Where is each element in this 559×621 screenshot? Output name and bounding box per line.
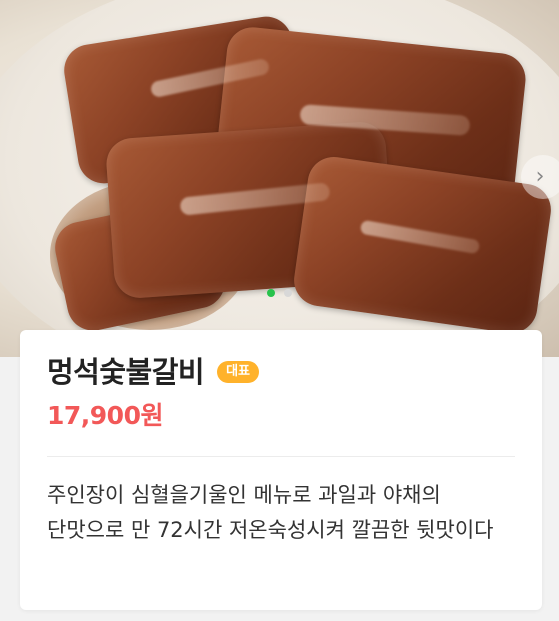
- divider: [47, 456, 515, 457]
- signature-badge: 대표: [217, 361, 260, 383]
- carousel-next-button[interactable]: ›: [521, 155, 559, 199]
- menu-photo-carousel[interactable]: ›: [0, 0, 559, 357]
- carousel-dot[interactable]: [284, 289, 292, 297]
- menu-name: 멍석숯불갈비: [47, 355, 205, 389]
- menu-description: 주인장이 심혈을기울인 메뉴로 과일과 야채의 단맛으로 만 72시간 저온숙성…: [47, 483, 494, 542]
- title-row: 멍석숯불갈비 대표: [47, 354, 260, 390]
- chevron-right-icon: ›: [535, 164, 545, 189]
- menu-info-card: 멍석숯불갈비 대표 17,900원 주인장이 심혈을기울인 메뉴로 과일과 야채…: [20, 330, 542, 610]
- menu-price: 17,900원: [47, 401, 163, 430]
- carousel-pagination: [267, 289, 292, 297]
- carousel-dot-active[interactable]: [267, 289, 275, 297]
